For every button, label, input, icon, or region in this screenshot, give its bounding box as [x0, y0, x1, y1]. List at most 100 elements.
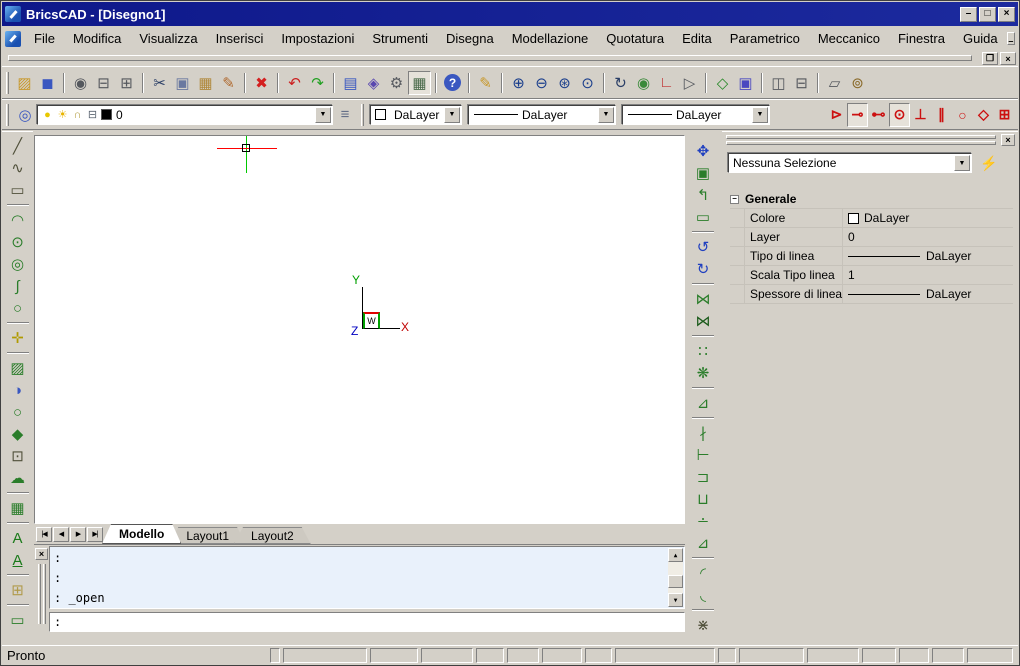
rotate-3d-icon[interactable]: ↻: [691, 258, 715, 280]
menu-item[interactable]: Meccanico: [809, 26, 889, 51]
mdi-minimize-button[interactable]: –: [1007, 32, 1015, 45]
snap-perpendicular-icon[interactable]: ⊥: [910, 103, 931, 127]
explore-layers-icon[interactable]: ◎: [13, 103, 37, 127]
chamfer-icon[interactable]: ⊿: [691, 532, 715, 554]
status-panel[interactable]: [862, 648, 896, 663]
lengthen-icon[interactable]: ∸: [691, 510, 715, 532]
layer-combo[interactable]: ●☀∩⊟ 0 ▼: [37, 105, 333, 125]
export-icon[interactable]: ⊞: [115, 71, 138, 95]
tab-nav-button[interactable]: ◀: [53, 527, 69, 542]
trim-icon[interactable]: ∤: [691, 422, 715, 444]
help-icon[interactable]: ?: [444, 74, 461, 91]
break-icon[interactable]: ⊐: [691, 466, 715, 488]
hatch-icon[interactable]: ▨: [6, 357, 30, 379]
status-panel[interactable]: [476, 648, 504, 663]
drawing-canvas[interactable]: Y X Z W: [34, 135, 685, 524]
print-preview-icon[interactable]: ◉: [69, 71, 92, 95]
revision-cloud-icon[interactable]: ☁: [6, 467, 30, 489]
redo-icon[interactable]: ↷: [306, 71, 329, 95]
edit-spline-icon[interactable]: ◟: [691, 584, 715, 606]
insert-image-icon[interactable]: ▭: [6, 609, 30, 631]
panel-grip[interactable]: [726, 135, 996, 139]
snap-parallel-icon[interactable]: ∥: [931, 103, 952, 127]
menu-item[interactable]: Guida: [954, 26, 1007, 51]
match-properties-icon[interactable]: ✎: [217, 71, 240, 95]
redline-icon[interactable]: ✎: [474, 71, 497, 95]
stretch-icon[interactable]: ▭: [691, 206, 715, 228]
tab-nav-button[interactable]: |◀: [36, 527, 52, 542]
snap-insertion-icon[interactable]: ⊞: [994, 103, 1015, 127]
panel-close-icon[interactable]: ×: [1001, 134, 1015, 146]
tab-nav-button[interactable]: ▶: [70, 527, 86, 542]
tab-layout2[interactable]: Layout2: [234, 527, 311, 544]
point-icon[interactable]: ✛: [6, 327, 30, 349]
scroll-down-icon[interactable]: ▼: [668, 593, 683, 607]
command-grip[interactable]: [38, 564, 41, 624]
menu-item[interactable]: Quotatura: [597, 26, 673, 51]
tab-modello[interactable]: Modello: [102, 524, 181, 544]
chevron-down-icon[interactable]: ▼: [598, 107, 614, 123]
offset-icon[interactable]: ↰: [691, 184, 715, 206]
status-panel[interactable]: [718, 648, 736, 663]
command-close-icon[interactable]: ×: [35, 548, 48, 560]
rotate-icon[interactable]: ↺: [691, 236, 715, 258]
color-combo[interactable]: DaLayer ▼: [370, 105, 462, 125]
draw-order-icon[interactable]: ▱: [823, 71, 846, 95]
command-history[interactable]: ::: _open ▲ ▼: [49, 546, 685, 609]
chevron-down-icon[interactable]: ▼: [954, 155, 970, 171]
status-panel[interactable]: [807, 648, 859, 663]
status-panel[interactable]: [270, 648, 280, 663]
orbit-icon[interactable]: ↻: [609, 71, 632, 95]
polyline-icon[interactable]: ∿: [6, 157, 30, 179]
snap-quadrant-icon[interactable]: ◇: [973, 103, 994, 127]
paste-icon[interactable]: ▦: [194, 71, 217, 95]
menu-item[interactable]: Modellazione: [503, 26, 598, 51]
status-panel[interactable]: [615, 648, 715, 663]
look-from-icon[interactable]: ◉: [632, 71, 655, 95]
tab-layout1[interactable]: Layout1: [169, 527, 246, 544]
menu-item[interactable]: File: [25, 26, 64, 51]
print-icon[interactable]: ⊟: [92, 71, 115, 95]
donut-icon[interactable]: ◎: [6, 253, 30, 275]
snap-midpoint-icon[interactable]: ⊷: [868, 103, 889, 127]
fillet-icon[interactable]: ◜: [691, 562, 715, 584]
zoom-extents-icon[interactable]: ⊛: [553, 71, 576, 95]
property-value[interactable]: DaLayer: [843, 211, 1013, 225]
menu-item[interactable]: Strumenti: [363, 26, 437, 51]
menu-item[interactable]: Disegna: [437, 26, 503, 51]
rectangle-icon[interactable]: ▭: [6, 179, 30, 201]
toolbar-grip[interactable]: [6, 104, 9, 126]
property-value[interactable]: 1: [843, 268, 1013, 282]
insert-block-icon[interactable]: ⊞: [6, 579, 30, 601]
join-icon[interactable]: ⊔: [691, 488, 715, 510]
render-icon[interactable]: ▣: [734, 71, 757, 95]
line-icon[interactable]: ╱: [6, 135, 30, 157]
status-panel[interactable]: [585, 648, 612, 663]
mirror-icon[interactable]: ⋈: [691, 288, 715, 310]
menu-item[interactable]: Finestra: [889, 26, 954, 51]
menu-item[interactable]: Edita: [673, 26, 721, 51]
collapse-icon[interactable]: −: [730, 195, 739, 204]
panel-grip[interactable]: [726, 141, 996, 145]
perspective-icon[interactable]: ▷: [678, 71, 701, 95]
table-icon[interactable]: ▦: [6, 497, 30, 519]
text-icon[interactable]: A: [6, 527, 30, 549]
move-icon[interactable]: ✥: [691, 140, 715, 162]
layers-icon[interactable]: ≡: [333, 103, 357, 127]
drawing-explorer-icon[interactable]: ▤: [339, 71, 362, 95]
mdi-close-button[interactable]: ×: [1000, 52, 1016, 65]
properties-bar-icon[interactable]: ▦: [408, 71, 431, 95]
mirror-3d-icon[interactable]: ⋈: [691, 310, 715, 332]
region-icon[interactable]: ◆: [6, 423, 30, 445]
ellipse-icon[interactable]: ○: [6, 297, 30, 319]
scale-icon[interactable]: ⊿: [691, 392, 715, 414]
array-3d-icon[interactable]: ❋: [691, 362, 715, 384]
command-grip[interactable]: [43, 564, 46, 624]
toolbar-grab-bar[interactable]: [8, 55, 972, 61]
menu-item[interactable]: Modifica: [64, 26, 130, 51]
extend-icon[interactable]: ⊢: [691, 444, 715, 466]
snap-endpoint-icon[interactable]: ⊸: [847, 103, 868, 127]
chevron-down-icon[interactable]: ▼: [752, 107, 768, 123]
menu-item[interactable]: Parametrico: [721, 26, 809, 51]
status-panel[interactable]: [370, 648, 418, 663]
